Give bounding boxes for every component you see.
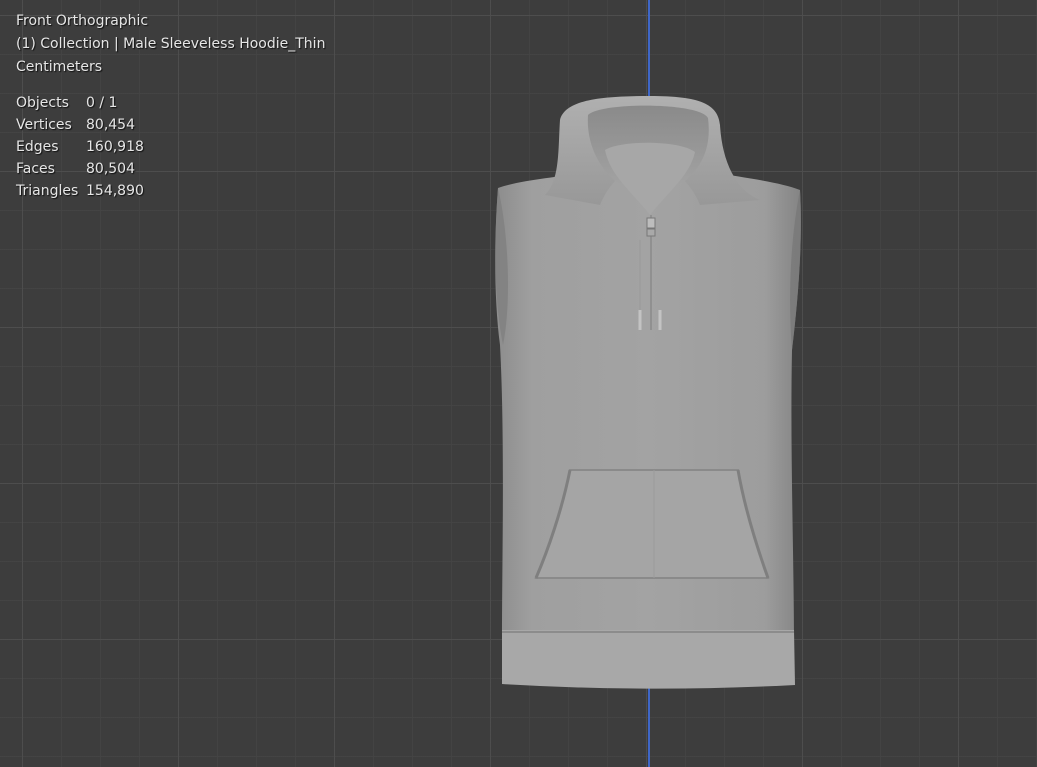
stat-value: 154,890 [86, 183, 144, 199]
stat-label: Edges [16, 139, 59, 155]
hoodie-hood [545, 96, 760, 215]
stat-value: 80,504 [86, 161, 135, 177]
stat-row-triangles: Triangles 154,890 [16, 180, 144, 202]
stat-row-edges: Edges 160,918 [16, 136, 144, 158]
hoodie-waistband [502, 630, 795, 689]
stat-row-objects: Objects 0 / 1 [16, 92, 144, 114]
units-label: Centimeters [16, 59, 103, 75]
stat-label: Vertices [16, 117, 72, 133]
stat-label: Objects [16, 95, 69, 111]
3d-viewport[interactable]: Front Orthographic (1) Collection | Male… [0, 0, 1037, 767]
view-name: Front Orthographic [16, 13, 149, 29]
stat-row-faces: Faces 80,504 [16, 158, 144, 180]
stat-value: 80,454 [86, 117, 135, 133]
scene-statistics: Objects 0 / 1 Vertices 80,454 Edges 160,… [16, 92, 144, 202]
hoodie-model[interactable] [0, 0, 1037, 767]
hoodie-pocket [534, 469, 770, 579]
stat-value: 0 / 1 [86, 95, 118, 111]
viewport-header-info: Front Orthographic (1) Collection | Male… [16, 10, 325, 79]
stat-label: Triangles [16, 183, 79, 199]
stat-row-vertices: Vertices 80,454 [16, 114, 144, 136]
stat-label: Faces [16, 161, 55, 177]
stat-value: 160,918 [86, 139, 144, 155]
collection-label: (1) Collection | Male Sleeveless Hoodie_… [16, 36, 326, 52]
